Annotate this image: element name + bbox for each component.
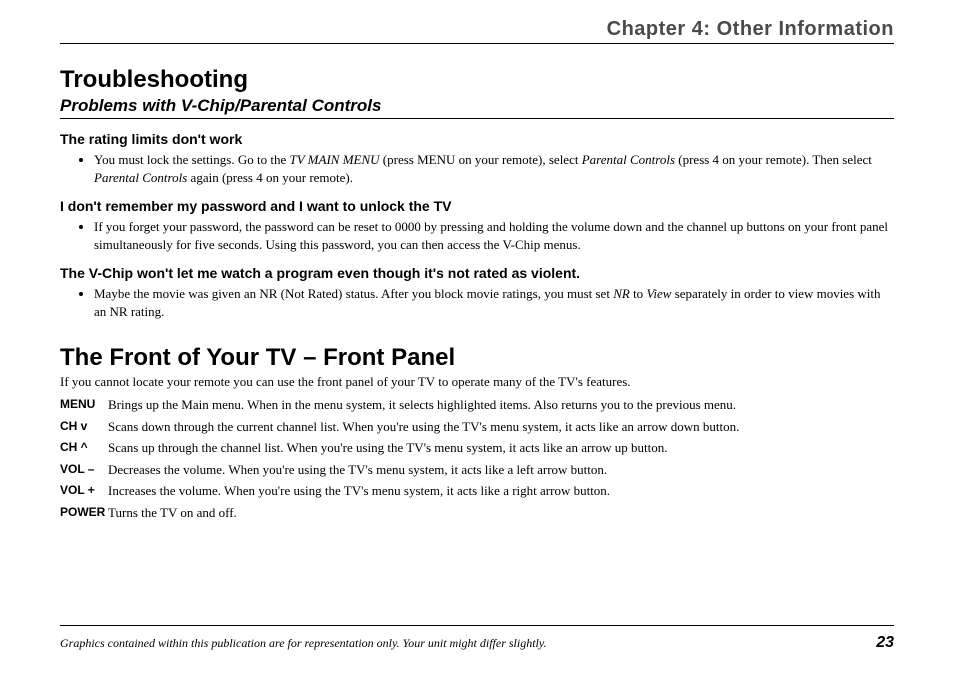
section-title-troubleshooting: Troubleshooting: [60, 66, 894, 94]
bullet-item: If you forget your password, the passwor…: [94, 218, 894, 253]
page-footer: Graphics contained within this publicati…: [60, 625, 894, 652]
bullet-item: You must lock the settings. Go to the TV…: [94, 151, 894, 186]
problem-bullets-3: Maybe the movie was given an NR (Not Rat…: [80, 285, 894, 320]
definition-row: VOL – Decreases the volume. When you're …: [60, 461, 894, 479]
definition-term: POWER: [60, 504, 108, 522]
definition-term: MENU: [60, 396, 108, 414]
lead-paragraph: If you cannot locate your remote you can…: [60, 374, 894, 390]
inline-italic: Parental Controls: [582, 152, 675, 167]
page-number: 23: [876, 634, 894, 652]
bullet-text: Maybe the movie was given an NR (Not Rat…: [94, 286, 613, 301]
bullet-text: to: [630, 286, 647, 301]
problem-heading-3: The V-Chip won't let me watch a program …: [60, 265, 894, 281]
definition-term: CH ^: [60, 439, 108, 457]
definition-desc: Decreases the volume. When you're using …: [108, 461, 894, 479]
footer-disclaimer: Graphics contained within this publicati…: [60, 636, 547, 651]
subsection-title: Problems with V-Chip/Parental Controls: [60, 96, 894, 119]
definition-desc: Brings up the Main menu. When in the men…: [108, 396, 894, 414]
definition-term: CH v: [60, 418, 108, 436]
problem-heading-2: I don't remember my password and I want …: [60, 198, 894, 214]
definition-desc: Scans down through the current channel l…: [108, 418, 894, 436]
bullet-text: You must lock the settings. Go to the: [94, 152, 290, 167]
definition-row: CH ^ Scans up through the channel list. …: [60, 439, 894, 457]
definition-row: CH v Scans down through the current chan…: [60, 418, 894, 436]
problem-bullets-1: You must lock the settings. Go to the TV…: [80, 151, 894, 186]
definition-term: VOL –: [60, 461, 108, 479]
section-title-front-panel: The Front of Your TV – Front Panel: [60, 344, 894, 372]
bullet-text: (press MENU on your remote), select: [380, 152, 582, 167]
definition-desc: Scans up through the channel list. When …: [108, 439, 894, 457]
chapter-header: Chapter 4: Other Information: [60, 18, 894, 44]
definition-row: MENU Brings up the Main menu. When in th…: [60, 396, 894, 414]
bullet-text: again (press 4 on your remote).: [187, 170, 353, 185]
inline-italic: TV MAIN MENU: [290, 152, 380, 167]
inline-italic: NR: [613, 286, 630, 301]
definition-desc: Turns the TV on and off.: [108, 504, 894, 522]
bullet-item: Maybe the movie was given an NR (Not Rat…: [94, 285, 894, 320]
problem-heading-1: The rating limits don't work: [60, 131, 894, 147]
document-page: Chapter 4: Other Information Troubleshoo…: [0, 0, 954, 674]
inline-italic: Parental Controls: [94, 170, 187, 185]
definition-row: POWER Turns the TV on and off.: [60, 504, 894, 522]
bullet-text: (press 4 on your remote). Then select: [675, 152, 872, 167]
definition-term: VOL +: [60, 482, 108, 500]
problem-bullets-2: If you forget your password, the passwor…: [80, 218, 894, 253]
definition-row: VOL + Increases the volume. When you're …: [60, 482, 894, 500]
definition-desc: Increases the volume. When you're using …: [108, 482, 894, 500]
inline-italic: View: [646, 286, 671, 301]
